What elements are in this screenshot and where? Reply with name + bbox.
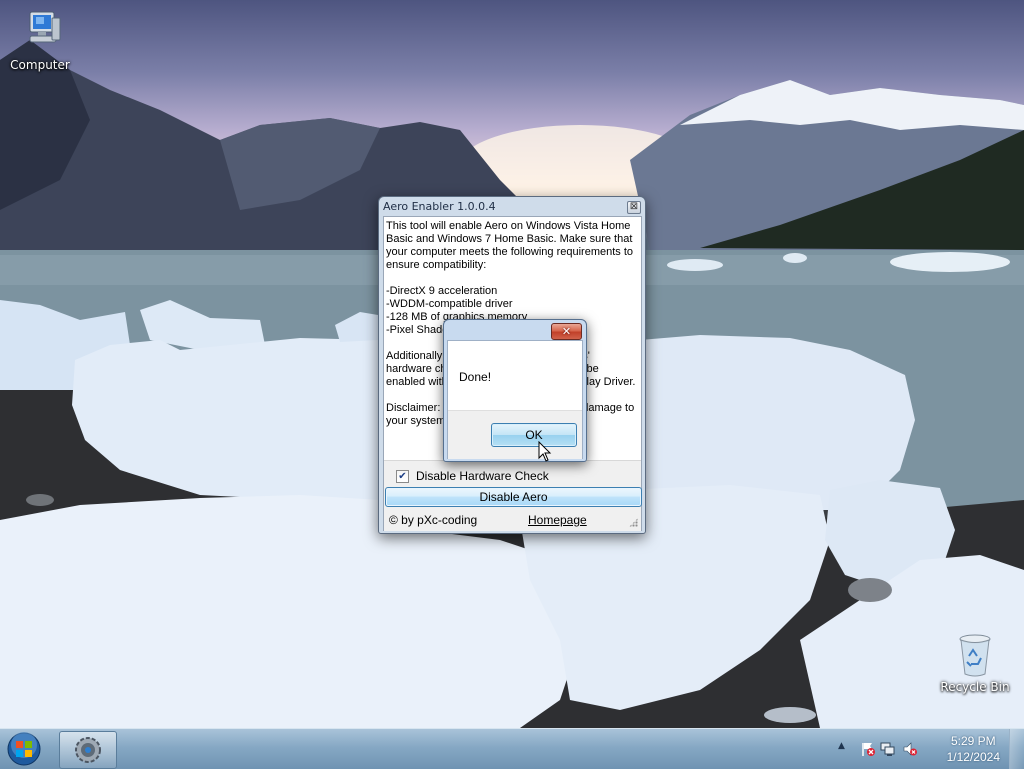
show-desktop-button[interactable] [1009, 729, 1024, 769]
checkbox-label: Disable Hardware Check [416, 469, 549, 483]
desktop-icon-label: Recycle Bin [940, 680, 1010, 694]
disable-hardware-check-checkbox[interactable]: ✔ [396, 469, 409, 483]
window-title: Aero Enabler 1.0.0.4 [383, 200, 496, 213]
show-hidden-icons-chevron-icon[interactable]: ▲ [838, 741, 854, 757]
windows-orb-icon [7, 732, 41, 766]
clock-time: 5:29 PM [950, 734, 996, 748]
dialog-client-area: Done! OK [447, 340, 583, 459]
network-icon[interactable] [880, 741, 896, 757]
window-controls-panel: ✔ Disable Hardware Check Disable Aero © … [384, 460, 642, 531]
taskbar-app-button[interactable] [59, 731, 117, 769]
taskbar-clock[interactable]: 5:29 PM 1/12/2024 [947, 733, 1000, 765]
volume-icon[interactable] [902, 741, 918, 757]
desktop-icon-computer[interactable]: Computer [0, 8, 80, 72]
gear-app-icon [75, 737, 101, 763]
resize-grip-icon[interactable] [629, 518, 638, 527]
homepage-link[interactable]: Homepage [528, 513, 587, 527]
done-message-dialog: ✕ Done! OK [443, 319, 587, 462]
dialog-message: Done! [459, 370, 492, 384]
ok-button[interactable]: OK [491, 423, 577, 447]
system-tray: ▲ 5:29 PM 1/12/2024 [834, 729, 1024, 769]
clock-date: 1/12/2024 [946, 750, 1000, 764]
status-bar: © by pXc-coding Homepage [384, 511, 641, 530]
action-center-flag-icon[interactable] [860, 741, 876, 757]
mouse-pointer-icon [538, 440, 552, 466]
credit-text: © by pXc-coding [389, 513, 478, 527]
recycle-bin-icon [951, 630, 999, 678]
disable-aero-button[interactable]: Disable Aero [385, 487, 642, 507]
window-close-button[interactable]: ⊠ [627, 201, 641, 214]
taskbar: ▲ 5:29 PM 1/12/2024 [0, 728, 1024, 769]
disable-hardware-check-row[interactable]: ✔ Disable Hardware Check [396, 469, 549, 483]
dialog-close-button[interactable]: ✕ [551, 323, 582, 340]
desktop-icon-recycle-bin[interactable]: Recycle Bin [935, 630, 1015, 694]
dialog-button-panel: OK [448, 410, 582, 459]
computer-icon [16, 8, 64, 56]
desktop-icon-label: Computer [10, 58, 70, 72]
start-button[interactable] [5, 731, 43, 767]
